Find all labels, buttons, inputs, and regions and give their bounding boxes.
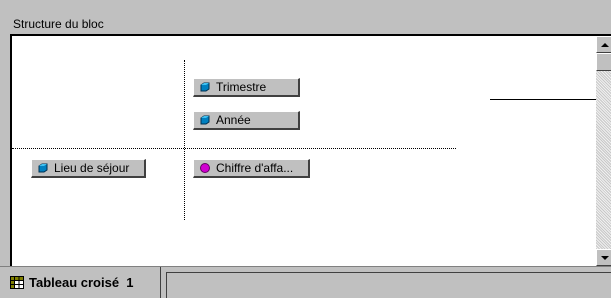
arrow-up-icon <box>600 42 609 47</box>
scroll-down-button[interactable] <box>596 249 611 266</box>
tab-tableau-croise-1[interactable]: Tableau croisé 1 <box>0 267 161 298</box>
dimension-icon <box>38 163 48 173</box>
scroll-up-button[interactable] <box>596 36 611 53</box>
crosstab-icon <box>10 276 24 289</box>
horizontal-divider <box>12 148 456 149</box>
dimension-icon <box>200 115 210 125</box>
column-field-label: Trimestre <box>216 80 267 94</box>
dimension-icon <box>200 82 210 92</box>
tab-bar-empty-area <box>166 272 611 298</box>
body-field-chiffre-affaires[interactable]: Chiffre d'affa... <box>193 159 310 178</box>
column-field-trimestre[interactable]: Trimestre <box>193 78 300 97</box>
vertical-scrollbar[interactable] <box>596 36 611 266</box>
row-field-lieu-de-sejour[interactable]: Lieu de séjour <box>31 159 146 178</box>
block-separator-line <box>490 99 611 100</box>
vertical-divider <box>184 60 185 220</box>
scroll-thumb[interactable] <box>596 53 611 71</box>
block-structure-title: Structure du bloc <box>13 17 104 31</box>
measure-icon <box>200 163 210 173</box>
body-field-label: Chiffre d'affa... <box>216 161 294 175</box>
column-field-annee[interactable]: Année <box>193 111 300 130</box>
column-field-label: Année <box>216 113 251 127</box>
block-structure-panel: Trimestre Année Lieu de séjour Chiffre d… <box>10 34 611 266</box>
arrow-down-icon <box>600 255 609 260</box>
sheet-tab-bar: Tableau croisé 1 <box>0 266 611 298</box>
row-field-label: Lieu de séjour <box>54 161 130 175</box>
tab-label: Tableau croisé 1 <box>29 275 134 290</box>
